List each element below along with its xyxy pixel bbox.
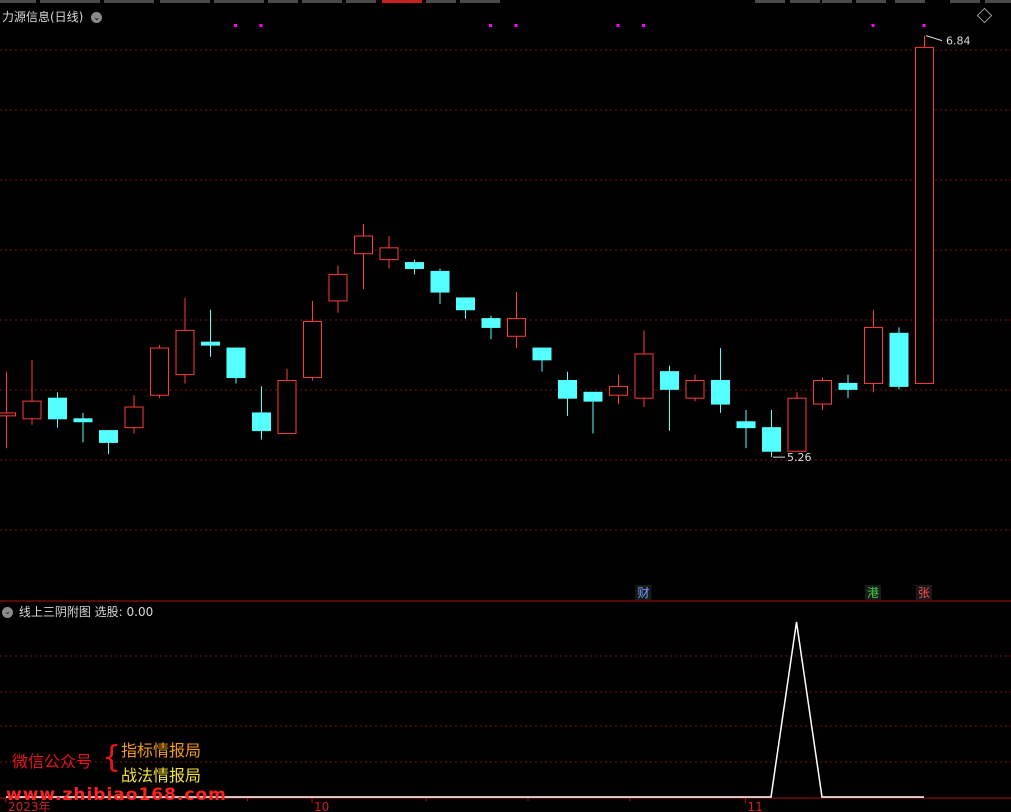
watermark-account-1: 指标情报局 <box>121 741 202 760</box>
candle-body-down <box>226 347 246 379</box>
sub-indicator-value: 选股: 0.00 <box>94 605 154 619</box>
watermark-wechat-label: 微信公众号 <box>12 752 93 771</box>
candle-body-down <box>838 382 858 390</box>
x-axis-label: 10 <box>314 800 329 812</box>
candle-body-up <box>22 400 42 420</box>
event-badge: 港 <box>867 586 879 600</box>
candle-body-up <box>175 329 195 376</box>
signal-marker <box>922 24 926 27</box>
candle-body-up <box>379 247 399 261</box>
watermark-account-2: 战法情报局 <box>121 766 202 785</box>
x-axis-label: 11 <box>748 800 763 812</box>
candle-body-down <box>736 421 756 429</box>
max-price-pointer <box>925 35 943 42</box>
candle-body-down <box>532 347 552 361</box>
sub-indicator-name: 线上三阴附图 <box>18 605 91 619</box>
signal-marker <box>871 24 875 27</box>
max-price-label: 6.84 <box>946 35 971 48</box>
candle-body-down <box>660 371 679 390</box>
candle-body-down <box>430 270 450 293</box>
signal-marker <box>642 24 645 27</box>
signal-marker <box>259 24 263 27</box>
candle-body-up <box>303 321 322 379</box>
candle-body-down <box>889 332 909 387</box>
candle-body-up <box>150 347 169 396</box>
candle-body-up <box>864 326 883 384</box>
signal-marker <box>489 24 492 27</box>
watermark-url: www.zhibiao168.com <box>6 785 227 805</box>
candle-body-up <box>634 353 654 399</box>
candle-body-down <box>48 397 67 420</box>
candle-body-down <box>558 379 577 399</box>
chevron-down-icon[interactable]: ⌄ <box>2 607 13 618</box>
candle-body-down <box>711 379 730 405</box>
candle-body-up <box>685 379 705 399</box>
candle-body-down <box>73 418 93 423</box>
candle-body-up <box>915 46 934 384</box>
event-badge: 财 <box>637 586 649 600</box>
candle-body-up <box>277 379 297 435</box>
candle-body-down <box>405 262 424 269</box>
candle-body-up <box>609 385 628 396</box>
min-price-label: 5.26 <box>787 451 812 464</box>
kline-chart: 6.845.26财港张2023年 10 11 <box>0 24 1011 812</box>
candle-body-up <box>354 235 373 255</box>
candle-body-down <box>201 341 220 346</box>
signal-marker <box>234 24 237 27</box>
candle-body-down <box>481 318 501 328</box>
candle-body-up <box>507 318 526 337</box>
candle-body-up <box>787 397 807 452</box>
candle-body-down <box>456 297 475 311</box>
candle-body-down <box>762 427 781 452</box>
sub-chart-title: ⌄ 线上三阴附图 选股: 0.00 <box>2 603 153 620</box>
candle-body-down <box>583 391 603 402</box>
signal-marker <box>616 24 620 27</box>
signal-marker <box>514 24 518 27</box>
candle-body-down <box>252 412 271 432</box>
candle-body-up <box>124 406 144 429</box>
candle-body-up <box>0 412 16 417</box>
candle-body-up <box>813 379 832 405</box>
event-badge: 张 <box>918 586 930 600</box>
watermark-brace: { <box>102 740 122 775</box>
candle-body-up <box>328 273 348 302</box>
candle-body-down <box>99 430 118 443</box>
